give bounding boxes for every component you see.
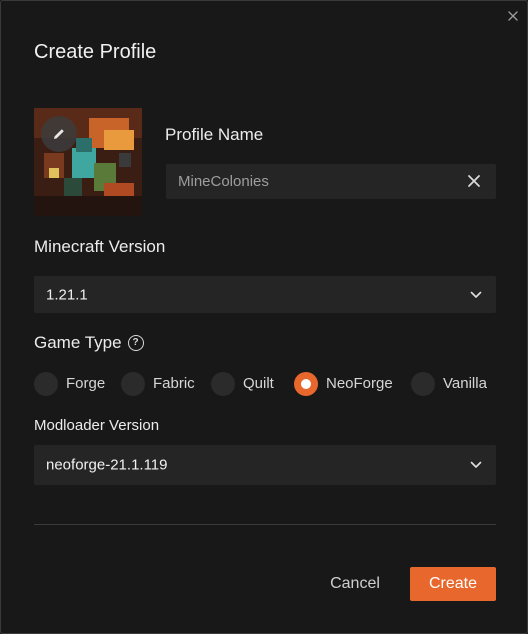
- profile-image-button[interactable]: [34, 108, 142, 216]
- radio-quilt[interactable]: Quilt: [211, 371, 274, 396]
- footer-divider: [34, 524, 496, 525]
- game-type-label-row: Game Type ?: [34, 333, 144, 353]
- profile-name-field[interactable]: [166, 164, 496, 199]
- radio-neoforge[interactable]: NeoForge: [294, 371, 393, 396]
- radio-fabric[interactable]: Fabric: [121, 371, 195, 396]
- radio-forge-label: Forge: [66, 375, 106, 392]
- modloader-version-value: neoforge-21.1.119: [46, 456, 168, 474]
- chevron-down-icon: [470, 461, 482, 468]
- radio-vanilla[interactable]: Vanilla: [411, 371, 487, 396]
- radio-vanilla-circle[interactable]: [411, 371, 435, 396]
- cancel-button[interactable]: Cancel: [319, 567, 391, 601]
- radio-quilt-circle[interactable]: [211, 371, 235, 396]
- radio-neoforge-label: NeoForge: [326, 375, 393, 392]
- game-type-label: Game Type: [34, 333, 122, 352]
- radio-forge[interactable]: Forge: [34, 371, 105, 396]
- minecraft-version-select[interactable]: 1.21.1: [34, 276, 496, 313]
- radio-forge-circle[interactable]: [34, 371, 58, 396]
- modloader-version-label: Modloader Version: [34, 417, 160, 434]
- help-icon[interactable]: ?: [127, 335, 144, 351]
- pencil-icon: [54, 129, 64, 139]
- radio-neoforge-circle[interactable]: [294, 371, 318, 396]
- minecraft-version-label: Minecraft Version: [34, 237, 166, 256]
- close-icon: [508, 11, 518, 21]
- close-button[interactable]: [504, 7, 522, 25]
- modloader-version-select[interactable]: neoforge-21.1.119: [34, 445, 496, 485]
- minecraft-version-value: 1.21.1: [46, 286, 88, 303]
- profile-name-input[interactable]: [166, 164, 456, 199]
- radio-quilt-label: Quilt: [243, 375, 274, 392]
- clear-icon: [468, 175, 480, 187]
- dialog-title: Create Profile: [34, 41, 157, 63]
- radio-fabric-circle[interactable]: [121, 371, 145, 396]
- create-profile-dialog: Create Profile Profile Name MineColonies…: [0, 0, 528, 634]
- chevron-down-icon: [470, 291, 482, 298]
- radio-vanilla-label: Vanilla: [443, 375, 487, 392]
- radio-fabric-label: Fabric: [153, 375, 195, 392]
- profile-name-label: Profile Name: [165, 125, 264, 144]
- clear-name-button[interactable]: [467, 174, 481, 188]
- edit-avatar-badge[interactable]: [41, 116, 77, 152]
- create-button[interactable]: Create: [410, 567, 496, 601]
